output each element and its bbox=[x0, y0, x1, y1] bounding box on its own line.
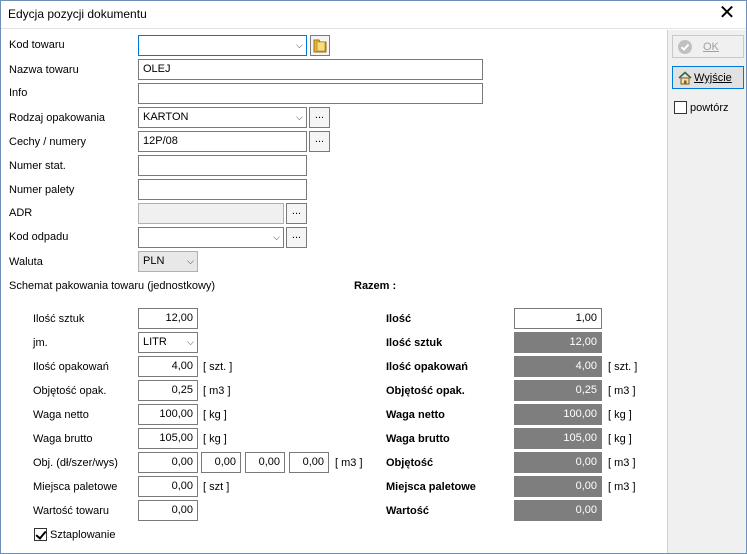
razem-miejsca-paletowe-value: 0,00 bbox=[514, 476, 602, 497]
razem-objetosc-value: 0,00 bbox=[514, 452, 602, 473]
chevron-down-icon: ⌵ bbox=[187, 256, 194, 266]
razem-objetosc-label: Objętość bbox=[386, 457, 434, 469]
dialog-window: Edycja pozycji dokumentu ✕ Kod towaru ⌵ … bbox=[0, 0, 747, 554]
unit-label: [ kg ] bbox=[203, 409, 227, 421]
razem-wartosc-value: 0,00 bbox=[514, 500, 602, 521]
waga-brutto-input[interactable]: 105,00 bbox=[138, 428, 198, 449]
obj-input-1[interactable]: 0,00 bbox=[138, 452, 198, 473]
razem-ilosc-label: Ilość bbox=[386, 313, 412, 325]
kod-odpadu-browse-button[interactable]: ... bbox=[286, 227, 307, 248]
obj-dims-label: Obj. (dł/szer/wys) bbox=[33, 457, 118, 469]
unit-label: [ m3 ] bbox=[608, 481, 636, 493]
numer-stat-input[interactable] bbox=[138, 155, 307, 176]
razem-waga-netto-label: Waga netto bbox=[386, 409, 445, 421]
razem-wartosc-label: Wartość bbox=[386, 505, 429, 517]
ilosc-opakowan-input[interactable]: 4,00 bbox=[138, 356, 198, 377]
razem-ilosc-opakowan-value: 4,00 bbox=[514, 356, 602, 377]
window-title: Edycja pozycji dokumentu bbox=[8, 7, 147, 21]
razem-waga-brutto-label: Waga brutto bbox=[386, 433, 450, 445]
unit-label: [ szt ] bbox=[203, 481, 230, 493]
adr-input[interactable] bbox=[138, 203, 284, 224]
objetosc-opak-label: Objętość opak. bbox=[33, 385, 107, 397]
razem-miejsca-paletowe-label: Miejsca paletowe bbox=[386, 481, 476, 493]
nazwa-towaru-label: Nazwa towaru bbox=[9, 64, 79, 76]
wartosc-towaru-input[interactable]: 0,00 bbox=[138, 500, 198, 521]
unit-label: [ szt. ] bbox=[203, 361, 233, 373]
info-label: Info bbox=[9, 87, 28, 99]
numer-palety-label: Numer palety bbox=[9, 184, 75, 196]
unit-label: [ m3 ] bbox=[608, 385, 636, 397]
cechy-numery-label: Cechy / numery bbox=[9, 136, 87, 148]
unit-label: [ m3 ] bbox=[608, 457, 636, 469]
unit-label: [ m3 ] bbox=[203, 385, 231, 397]
home-icon bbox=[678, 71, 692, 85]
razem-ilosc-input[interactable]: 1,00 bbox=[514, 308, 602, 329]
unit-label: [ kg ] bbox=[203, 433, 227, 445]
kod-towaru-select[interactable]: ⌵ bbox=[138, 35, 307, 56]
close-icon[interactable]: ✕ bbox=[716, 3, 738, 25]
nazwa-towaru-input[interactable]: OLEJ bbox=[138, 59, 483, 80]
razem-waga-netto-value: 100,00 bbox=[514, 404, 602, 425]
waluta-label: Waluta bbox=[9, 256, 43, 268]
obj-input-length[interactable]: 0,00 bbox=[201, 452, 241, 473]
chevron-down-icon: ⌵ bbox=[296, 40, 303, 50]
jm-select[interactable]: LITR ⌵ bbox=[138, 332, 198, 353]
form-area: Kod towaru ⌵ Nazwa towaru OLEJ Info Rodz… bbox=[1, 30, 667, 553]
waga-netto-label: Waga netto bbox=[33, 409, 89, 421]
cechy-numery-input[interactable]: 12P/08 bbox=[138, 131, 307, 152]
wartosc-towaru-label: Wartość towaru bbox=[33, 505, 110, 517]
jm-label: jm. bbox=[33, 337, 48, 349]
razem-waga-brutto-value: 105,00 bbox=[514, 428, 602, 449]
kod-odpadu-select[interactable]: ⌵ bbox=[138, 227, 284, 248]
razem-objetosc-opak-value: 0,25 bbox=[514, 380, 602, 401]
objetosc-opak-input[interactable]: 0,25 bbox=[138, 380, 198, 401]
razem-ilosc-sztuk-label: Ilość sztuk bbox=[386, 337, 443, 349]
rodzaj-opakowania-browse-button[interactable]: ... bbox=[309, 107, 330, 128]
unit-label: [ m3 ] bbox=[335, 457, 363, 469]
razem-objetosc-opak-label: Objętość opak. bbox=[386, 385, 465, 397]
waga-brutto-label: Waga brutto bbox=[33, 433, 93, 445]
title-bar: Edycja pozycji dokumentu ✕ bbox=[1, 1, 746, 29]
adr-browse-button[interactable]: ... bbox=[286, 203, 307, 224]
check-circle-icon bbox=[678, 40, 692, 54]
ilosc-sztuk-input[interactable]: 12,00 bbox=[138, 308, 198, 329]
powtorz-label: powtórz bbox=[690, 102, 729, 114]
kod-towaru-label: Kod towaru bbox=[9, 39, 65, 51]
schemat-heading: Schemat pakowania towaru (jednostkowy) bbox=[9, 280, 216, 292]
adr-label: ADR bbox=[9, 207, 33, 219]
chevron-down-icon: ⌵ bbox=[187, 337, 194, 347]
chevron-down-icon: ⌵ bbox=[273, 232, 280, 242]
razem-heading: Razem : bbox=[354, 280, 397, 292]
info-input[interactable] bbox=[138, 83, 483, 104]
ilosc-sztuk-label: Ilość sztuk bbox=[33, 313, 85, 325]
razem-ilosc-sztuk-value: 12,00 bbox=[514, 332, 602, 353]
sztaplowanie-checkbox[interactable] bbox=[34, 528, 47, 541]
ilosc-opakowan-label: Ilość opakowań bbox=[33, 361, 109, 373]
miejsca-paletowe-input[interactable]: 0,00 bbox=[138, 476, 198, 497]
unit-label: [ szt. ] bbox=[608, 361, 638, 373]
cechy-numery-browse-button[interactable]: ... bbox=[309, 131, 330, 152]
rodzaj-opakowania-label: Rodzaj opakowania bbox=[9, 112, 106, 124]
sztaplowanie-label: Sztaplowanie bbox=[50, 529, 116, 541]
chevron-down-icon: ⌵ bbox=[296, 112, 303, 122]
kod-odpadu-label: Kod odpadu bbox=[9, 231, 69, 243]
numer-palety-input[interactable] bbox=[138, 179, 307, 200]
powtorz-checkbox[interactable] bbox=[674, 101, 687, 114]
folder-icon[interactable] bbox=[310, 35, 330, 56]
waluta-select[interactable]: PLN ⌵ bbox=[138, 251, 198, 272]
side-panel: OK Wyjście powtórz bbox=[667, 30, 746, 553]
obj-input-height[interactable]: 0,00 bbox=[289, 452, 329, 473]
obj-input-width[interactable]: 0,00 bbox=[245, 452, 285, 473]
unit-label: [ kg ] bbox=[608, 433, 632, 445]
unit-label: [ kg ] bbox=[608, 409, 632, 421]
razem-ilosc-opakowan-label: Ilość opakowań bbox=[386, 361, 468, 373]
rodzaj-opakowania-select[interactable]: KARTON ⌵ bbox=[138, 107, 307, 128]
waga-netto-input[interactable]: 100,00 bbox=[138, 404, 198, 425]
ok-button[interactable]: OK bbox=[672, 35, 744, 58]
miejsca-paletowe-label: Miejsca paletowe bbox=[33, 481, 118, 493]
wyjscie-button[interactable]: Wyjście bbox=[672, 66, 744, 89]
numer-stat-label: Numer stat. bbox=[9, 160, 66, 172]
